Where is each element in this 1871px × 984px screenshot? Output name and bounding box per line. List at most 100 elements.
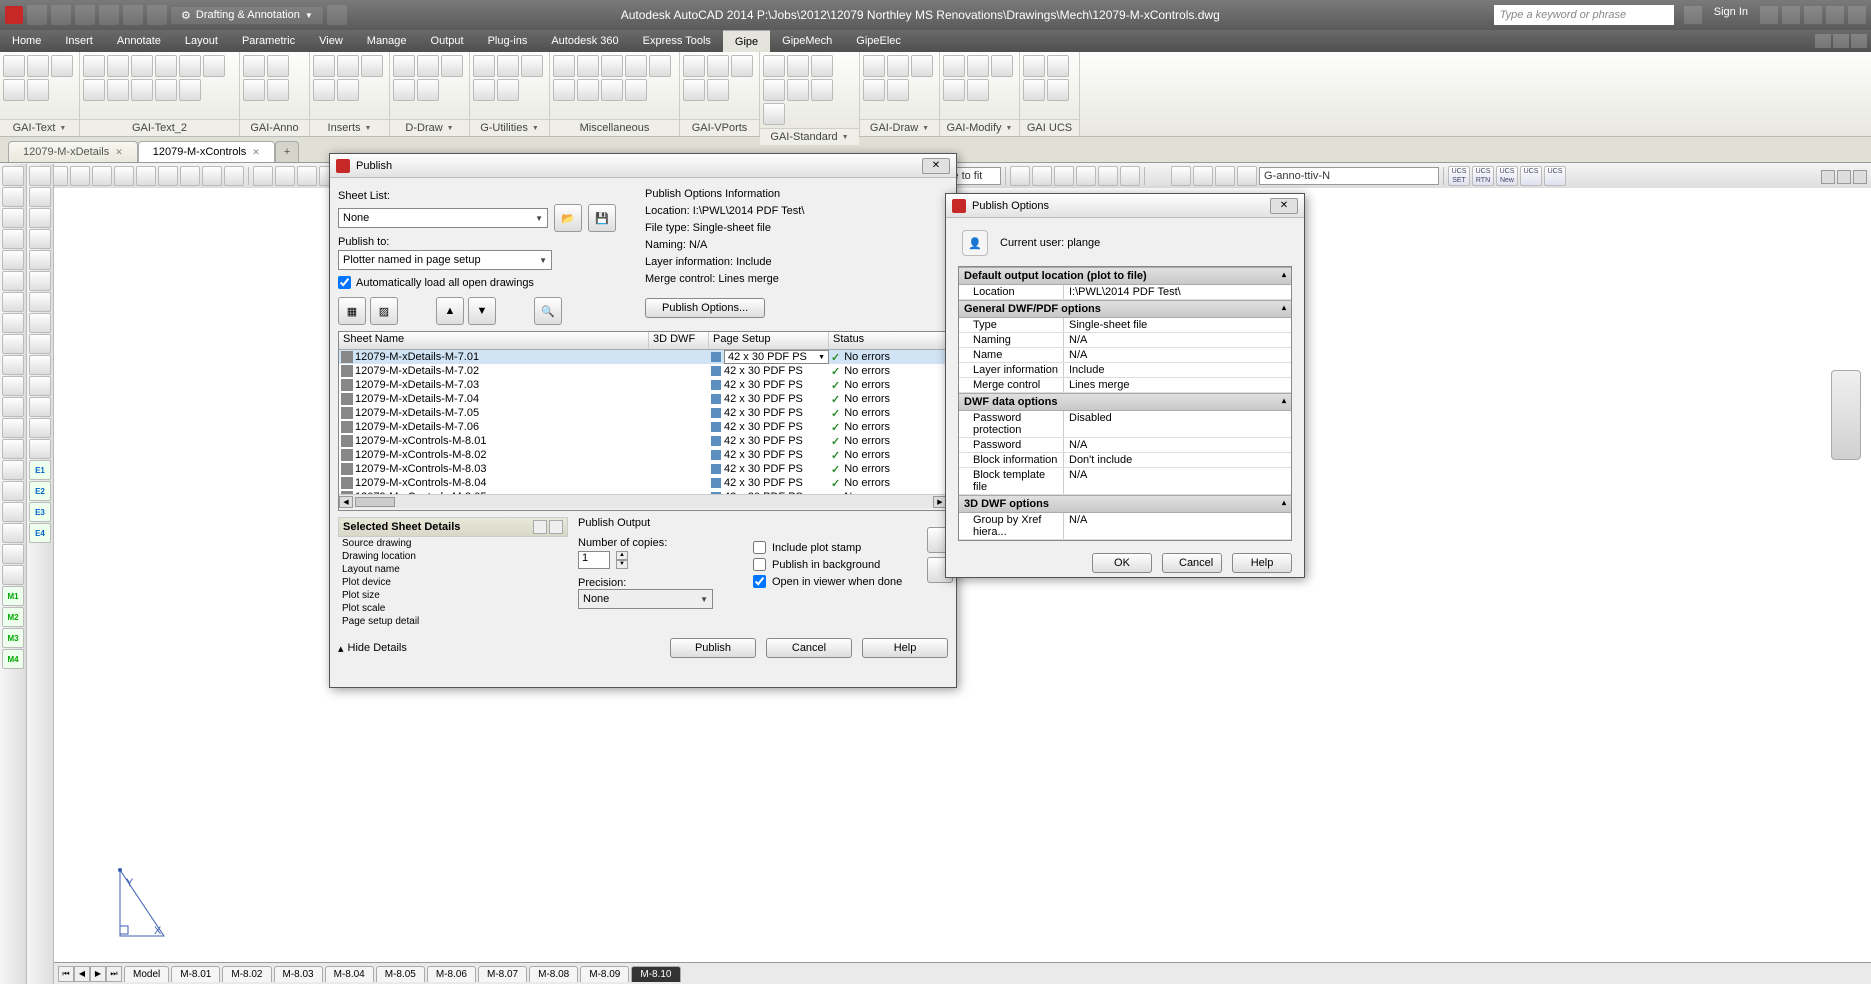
- ribbon-button[interactable]: [911, 55, 933, 77]
- ribbon-button[interactable]: [863, 55, 885, 77]
- sheet-page-cell[interactable]: 42 x 30 PDF PS: [711, 365, 831, 377]
- ribbon-button[interactable]: [107, 55, 129, 77]
- ribbon-panel-label[interactable]: GAI-VPorts: [680, 119, 759, 136]
- close-icon[interactable]: [1848, 6, 1866, 24]
- toolbar-button[interactable]: [1076, 166, 1096, 186]
- draw-tool-button[interactable]: [2, 313, 24, 333]
- workspace-selector[interactable]: ⚙ Drafting & Annotation ▼: [171, 7, 323, 24]
- options-property-row[interactable]: Group by Xref hiera...N/A: [959, 513, 1291, 540]
- signin-button[interactable]: Sign In: [1706, 6, 1756, 24]
- ribbon-button[interactable]: [553, 55, 575, 77]
- publish-to-select[interactable]: Plotter named in page setup▼: [338, 250, 552, 270]
- details-btn2[interactable]: [549, 520, 563, 534]
- ribbon-button[interactable]: [577, 55, 599, 77]
- layer-m-button[interactable]: M1: [2, 586, 24, 606]
- property-value[interactable]: N/A: [1064, 348, 1291, 362]
- options-ok-button[interactable]: OK: [1092, 553, 1152, 573]
- copies-down[interactable]: ▼: [616, 560, 628, 569]
- layout-tab[interactable]: M-8.06: [427, 966, 476, 982]
- sheet-row[interactable]: 12079-M-xDetails-M-7.0142 x 30 PDF PS▼✓N…: [339, 350, 947, 364]
- ribbon-button[interactable]: [707, 55, 729, 77]
- ribbon-tab-express-tools[interactable]: Express Tools: [631, 30, 723, 52]
- help-icon[interactable]: [1782, 6, 1800, 24]
- ribbon-button[interactable]: [887, 55, 909, 77]
- draw-tool-button[interactable]: [2, 271, 24, 291]
- property-value[interactable]: Single-sheet file: [1064, 318, 1291, 332]
- qat-undo-icon[interactable]: [99, 5, 119, 25]
- col-3d-dwf[interactable]: 3D DWF: [649, 332, 709, 349]
- ribbon-button[interactable]: [361, 55, 383, 77]
- ribbon-button[interactable]: [203, 55, 225, 77]
- ribbon-button[interactable]: [441, 55, 463, 77]
- draw-tool-button[interactable]: [2, 502, 24, 522]
- modify-tool-button[interactable]: [29, 418, 51, 438]
- options-property-row[interactable]: Layer informationInclude: [959, 363, 1291, 378]
- modify-tool-button[interactable]: [29, 355, 51, 375]
- toolbar-button[interactable]: [1120, 166, 1140, 186]
- toolbar-button[interactable]: [1171, 166, 1191, 186]
- modify-tool-button[interactable]: [29, 271, 51, 291]
- ribbon-button[interactable]: [943, 55, 965, 77]
- ribbon-tab-view[interactable]: View: [307, 30, 355, 52]
- ribbon-button[interactable]: [887, 79, 909, 101]
- auto-load-checkbox[interactable]: [338, 276, 351, 289]
- options-property-row[interactable]: Block informationDon't include: [959, 453, 1291, 468]
- sheet-page-cell[interactable]: 42 x 30 PDF PS: [711, 421, 831, 433]
- ribbon-button[interactable]: [83, 55, 105, 77]
- plot-stamp-checkbox[interactable]: [753, 541, 766, 554]
- move-up-button[interactable]: ▲: [436, 297, 464, 325]
- layer-e-button[interactable]: E4: [29, 523, 51, 543]
- layout-tab[interactable]: M-8.09: [580, 966, 629, 982]
- precision-select[interactable]: None▼: [578, 589, 713, 609]
- draw-tool-button[interactable]: [2, 439, 24, 459]
- qat-plot-icon[interactable]: [147, 5, 167, 25]
- sheet-row[interactable]: 12079-M-xDetails-M-7.0542 x 30 PDF PS✓No…: [339, 406, 947, 420]
- ribbon-panel-label[interactable]: Inserts▼: [310, 119, 389, 136]
- ribbon-button[interactable]: [497, 55, 519, 77]
- draw-tool-button[interactable]: [2, 376, 24, 396]
- property-value[interactable]: N/A: [1064, 468, 1291, 494]
- ribbon-panel-label[interactable]: GAI-Standard▼: [760, 128, 859, 145]
- draw-tool-button[interactable]: [2, 208, 24, 228]
- ribbon-button[interactable]: [811, 79, 833, 101]
- viewport-minimize-icon[interactable]: [1821, 170, 1835, 184]
- sheet-page-cell[interactable]: 42 x 30 PDF PS: [711, 463, 831, 475]
- ribbon-button[interactable]: [553, 79, 575, 101]
- ribbon-button[interactable]: [3, 55, 25, 77]
- property-value[interactable]: Don't include: [1064, 453, 1291, 467]
- options-property-row[interactable]: Password protectionDisabled: [959, 411, 1291, 438]
- ribbon-button[interactable]: [991, 55, 1013, 77]
- draw-tool-button[interactable]: [2, 481, 24, 501]
- layout-nav-button[interactable]: ⏮: [58, 966, 74, 982]
- publish-help-button[interactable]: Help: [862, 638, 948, 658]
- modify-tool-button[interactable]: [29, 376, 51, 396]
- toolbar-button[interactable]: [158, 166, 178, 186]
- layout-nav-button[interactable]: ▶: [90, 966, 106, 982]
- draw-tool-button[interactable]: [2, 418, 24, 438]
- ribbon-button[interactable]: [811, 55, 833, 77]
- ribbon-button[interactable]: [337, 55, 359, 77]
- ribbon-button[interactable]: [863, 79, 885, 101]
- ribbon-button[interactable]: [967, 55, 989, 77]
- sheet-row[interactable]: 12079-M-xControls-M-8.0242 x 30 PDF PS✓N…: [339, 448, 947, 462]
- navigation-bar[interactable]: [1831, 370, 1861, 460]
- ribbon-button[interactable]: [51, 55, 73, 77]
- draw-tool-button[interactable]: [2, 187, 24, 207]
- ribbon-button[interactable]: [763, 55, 785, 77]
- ribbon-button[interactable]: [417, 55, 439, 77]
- new-file-tab-button[interactable]: +: [275, 141, 299, 162]
- layout-tab[interactable]: M-8.05: [376, 966, 425, 982]
- draw-tool-button[interactable]: [2, 523, 24, 543]
- save-sheet-list-button[interactable]: 💾: [588, 204, 616, 232]
- modify-tool-button[interactable]: [29, 292, 51, 312]
- draw-tool-button[interactable]: [2, 565, 24, 585]
- ribbon-button[interactable]: [967, 79, 989, 101]
- ribbon-panel-label[interactable]: G-Utilities▼: [470, 119, 549, 136]
- layer-select[interactable]: G-anno-ttiv-N: [1259, 167, 1439, 185]
- sheet-row[interactable]: 12079-M-xControls-M-8.0342 x 30 PDF PS✓N…: [339, 462, 947, 476]
- qat-new-icon[interactable]: [27, 5, 47, 25]
- sheet-page-cell[interactable]: 42 x 30 PDF PS: [711, 393, 831, 405]
- ribbon-panel-label[interactable]: GAI-Modify▼: [940, 119, 1019, 136]
- details-btn1[interactable]: [533, 520, 547, 534]
- background-checkbox[interactable]: [753, 558, 766, 571]
